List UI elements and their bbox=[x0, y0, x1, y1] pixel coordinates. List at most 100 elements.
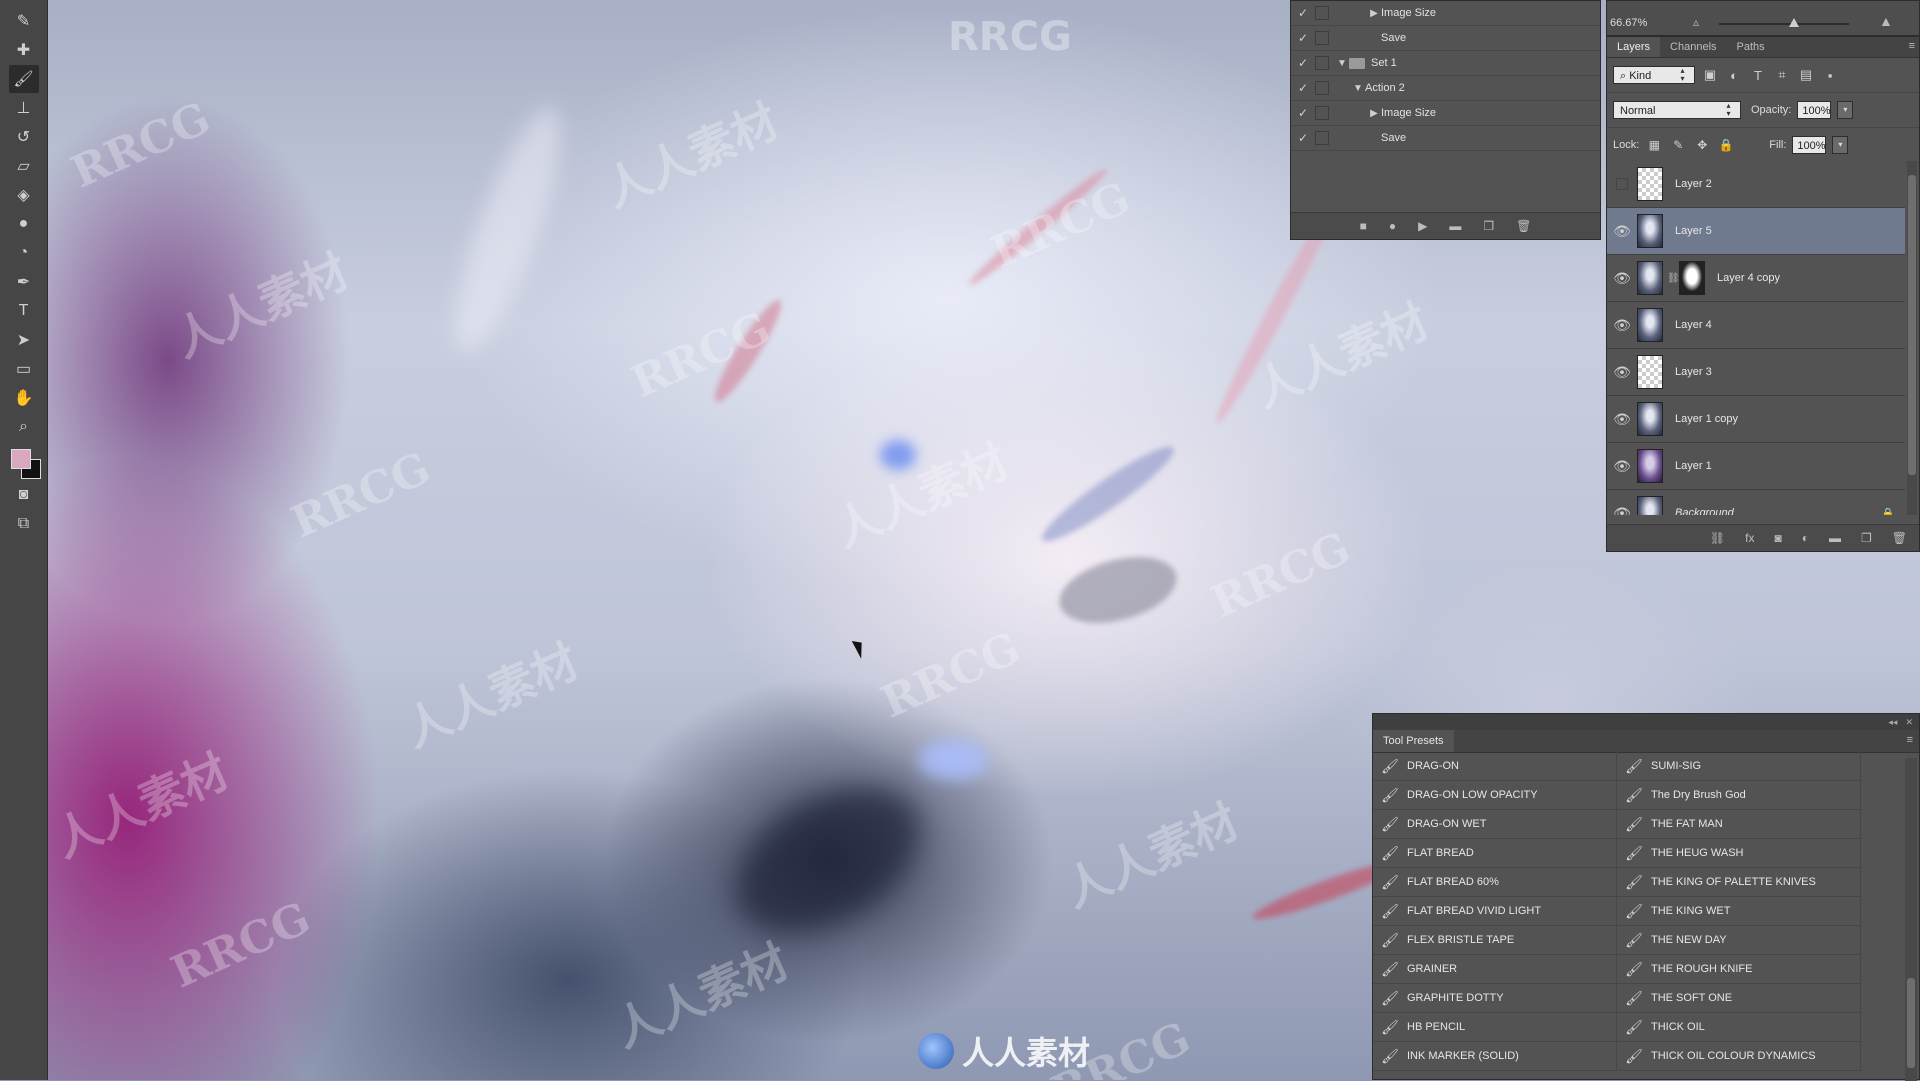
collapse-icon[interactable]: ◂◂ bbox=[1888, 717, 1897, 728]
dialog-toggle-box[interactable] bbox=[1315, 106, 1329, 120]
lock-all-icon[interactable]: 🔒 bbox=[1717, 138, 1735, 152]
fill-input[interactable]: 100% bbox=[1792, 136, 1827, 154]
preset-item[interactable]: 🖌 THE NEW DAY bbox=[1617, 926, 1861, 955]
dialog-toggle-box[interactable] bbox=[1315, 31, 1329, 45]
paint-bucket-tool-icon[interactable]: ◈ bbox=[9, 181, 39, 209]
visibility-eye-icon[interactable]: 👁 bbox=[1607, 458, 1637, 475]
color-swatches[interactable] bbox=[8, 446, 41, 480]
zoom-level[interactable]: 66.67% bbox=[1610, 17, 1647, 29]
action-row[interactable]: ✓ ▶ Image Size bbox=[1291, 101, 1600, 126]
eyedropper-tool-icon[interactable]: ✎ bbox=[9, 7, 39, 35]
visibility-eye-icon[interactable]: 👁 bbox=[1607, 317, 1637, 334]
presets-scrollbar[interactable] bbox=[1905, 758, 1917, 1081]
play-icon[interactable]: ▶ bbox=[1418, 219, 1427, 233]
checkmark-icon[interactable]: ✓ bbox=[1291, 106, 1315, 120]
layer-row[interactable]: 👁 Layer 1 bbox=[1607, 443, 1905, 490]
stop-icon[interactable]: ■ bbox=[1360, 219, 1367, 233]
dodge-tool-icon[interactable]: ◔ bbox=[9, 239, 39, 267]
path-selection-tool-icon[interactable]: ➤ bbox=[9, 326, 39, 354]
preset-item[interactable]: 🖌 DRAG-ON WET bbox=[1373, 810, 1617, 839]
filter-kind-select[interactable]: ⌕ Kind bbox=[1613, 66, 1695, 84]
preset-item[interactable]: 🖌 FLAT BREAD bbox=[1373, 839, 1617, 868]
eraser-tool-icon[interactable]: ▱ bbox=[9, 152, 39, 180]
preset-item[interactable]: 🖌 THICK OIL bbox=[1617, 1013, 1861, 1042]
layers-scrollbar[interactable] bbox=[1907, 161, 1917, 515]
checkmark-icon[interactable]: ✓ bbox=[1291, 31, 1315, 45]
preset-item[interactable]: 🖌 FLAT BREAD VIVID LIGHT bbox=[1373, 897, 1617, 926]
filter-shape-icon[interactable]: ⌗ bbox=[1773, 67, 1791, 83]
visibility-eye-icon[interactable]: 👁 bbox=[1607, 270, 1637, 287]
new-action-icon[interactable]: ❐ bbox=[1483, 219, 1494, 233]
dialog-toggle-box[interactable] bbox=[1315, 131, 1329, 145]
tab-tool-presets[interactable]: Tool Presets bbox=[1373, 730, 1454, 752]
opacity-input[interactable]: 100% bbox=[1797, 101, 1832, 119]
fill-dropdown-icon[interactable]: ▾ bbox=[1832, 136, 1849, 154]
preset-item[interactable]: 🖌 DRAG-ON LOW OPACITY bbox=[1373, 781, 1617, 810]
preset-item[interactable]: 🖌 THE FAT MAN bbox=[1617, 810, 1861, 839]
zoom-out-icon[interactable]: ▵ bbox=[1693, 15, 1699, 29]
new-group-icon[interactable]: ▬ bbox=[1829, 531, 1841, 545]
preset-item[interactable]: 🖌 GRAINER bbox=[1373, 955, 1617, 984]
fx-icon[interactable]: fx bbox=[1745, 531, 1754, 545]
hand-tool-icon[interactable]: ✋ bbox=[9, 384, 39, 412]
preset-item[interactable]: 🖌 GRAPHITE DOTTY bbox=[1373, 984, 1617, 1013]
visibility-eye-icon[interactable]: 👁 bbox=[1607, 505, 1637, 516]
record-icon[interactable]: ● bbox=[1389, 219, 1396, 233]
preset-item[interactable]: 🖌 The Dry Brush God bbox=[1617, 781, 1861, 810]
panel-menu-icon[interactable]: ≡ bbox=[1909, 40, 1915, 52]
layer-row[interactable]: 👁 Background 🔒 bbox=[1607, 490, 1905, 515]
lock-position-icon[interactable]: ✥ bbox=[1693, 138, 1711, 152]
dialog-toggle-box[interactable] bbox=[1315, 6, 1329, 20]
dialog-toggle-box[interactable] bbox=[1315, 56, 1329, 70]
history-brush-tool-icon[interactable]: ↺ bbox=[9, 123, 39, 151]
blend-mode-select[interactable]: Normal bbox=[1613, 101, 1741, 119]
disclosure-collapsed-icon[interactable]: ▶ bbox=[1367, 8, 1381, 19]
brush-tool-icon[interactable]: 🖌 bbox=[8, 65, 39, 93]
layers-scrollbar-thumb[interactable] bbox=[1908, 175, 1916, 475]
new-set-icon[interactable]: ▬ bbox=[1449, 219, 1461, 233]
layer-mask-thumbnail[interactable] bbox=[1679, 261, 1705, 295]
preset-item[interactable]: 🖌 THE KING OF PALETTE KNIVES bbox=[1617, 868, 1861, 897]
zoom-slider-handle[interactable] bbox=[1789, 18, 1799, 27]
adjustment-layer-icon[interactable]: ◐ bbox=[1802, 531, 1809, 545]
blur-tool-icon[interactable]: ● bbox=[9, 210, 39, 238]
quick-mask-icon[interactable]: ◙ bbox=[9, 481, 39, 509]
layer-row[interactable]: 👁 ⛓ Layer 4 copy bbox=[1607, 255, 1905, 302]
preset-item[interactable]: 🖌 INK MARKER (SOLID) bbox=[1373, 1042, 1617, 1071]
healing-brush-tool-icon[interactable]: ✚ bbox=[9, 36, 39, 64]
checkmark-icon[interactable]: ✓ bbox=[1291, 131, 1315, 145]
layer-row[interactable]: 👁 Layer 4 bbox=[1607, 302, 1905, 349]
filter-toggle-icon[interactable]: ▪ bbox=[1821, 68, 1839, 83]
visibility-eye-icon[interactable]: 👁 bbox=[1607, 411, 1637, 428]
disclosure-expanded-icon[interactable]: ▼ bbox=[1335, 58, 1349, 69]
preset-item[interactable]: 🖌 FLAT BREAD 60% bbox=[1373, 868, 1617, 897]
filter-pixel-icon[interactable]: ▣ bbox=[1701, 67, 1719, 83]
delete-icon[interactable]: 🗑 bbox=[1516, 219, 1531, 233]
dialog-toggle-box[interactable] bbox=[1315, 81, 1329, 95]
action-row[interactable]: ✓ ▶ Image Size bbox=[1291, 1, 1600, 26]
action-row[interactable]: ✓ ▼ Set 1 bbox=[1291, 51, 1600, 76]
action-row[interactable]: ✓ Save bbox=[1291, 126, 1600, 151]
lock-image-icon[interactable]: ✎ bbox=[1669, 138, 1687, 152]
new-layer-icon[interactable]: ❐ bbox=[1861, 531, 1872, 545]
filter-type-icon[interactable]: T bbox=[1749, 68, 1767, 83]
screen-mode-icon[interactable]: ⧉ bbox=[9, 510, 39, 538]
tab-layers[interactable]: Layers bbox=[1607, 37, 1661, 57]
visibility-eye-icon[interactable]: 👁 bbox=[1607, 223, 1637, 240]
disclosure-expanded-icon[interactable]: ▼ bbox=[1351, 83, 1365, 94]
layer-row[interactable]: 👁 Layer 1 copy bbox=[1607, 396, 1905, 443]
preset-item[interactable]: 🖌 DRAG-ON bbox=[1373, 752, 1617, 781]
preset-item[interactable]: 🖌 SUMI-SIG bbox=[1617, 752, 1861, 781]
rectangle-tool-icon[interactable]: ▭ bbox=[9, 355, 39, 383]
filter-smart-object-icon[interactable]: ▤ bbox=[1797, 67, 1815, 83]
preset-item[interactable]: 🖌 THE HEUG WASH bbox=[1617, 839, 1861, 868]
preset-item[interactable]: 🖌 HB PENCIL bbox=[1373, 1013, 1617, 1042]
zoom-in-icon[interactable]: ▲ bbox=[1879, 13, 1893, 29]
preset-item[interactable]: 🖌 THE ROUGH KNIFE bbox=[1617, 955, 1861, 984]
type-tool-icon[interactable]: T bbox=[9, 297, 39, 325]
checkmark-icon[interactable]: ✓ bbox=[1291, 56, 1315, 70]
clone-stamp-tool-icon[interactable]: ⊥ bbox=[9, 94, 39, 122]
panel-menu-icon[interactable]: ≡ bbox=[1907, 734, 1913, 746]
add-mask-icon[interactable]: ◙ bbox=[1775, 531, 1782, 545]
zoom-slider[interactable] bbox=[1719, 18, 1849, 27]
